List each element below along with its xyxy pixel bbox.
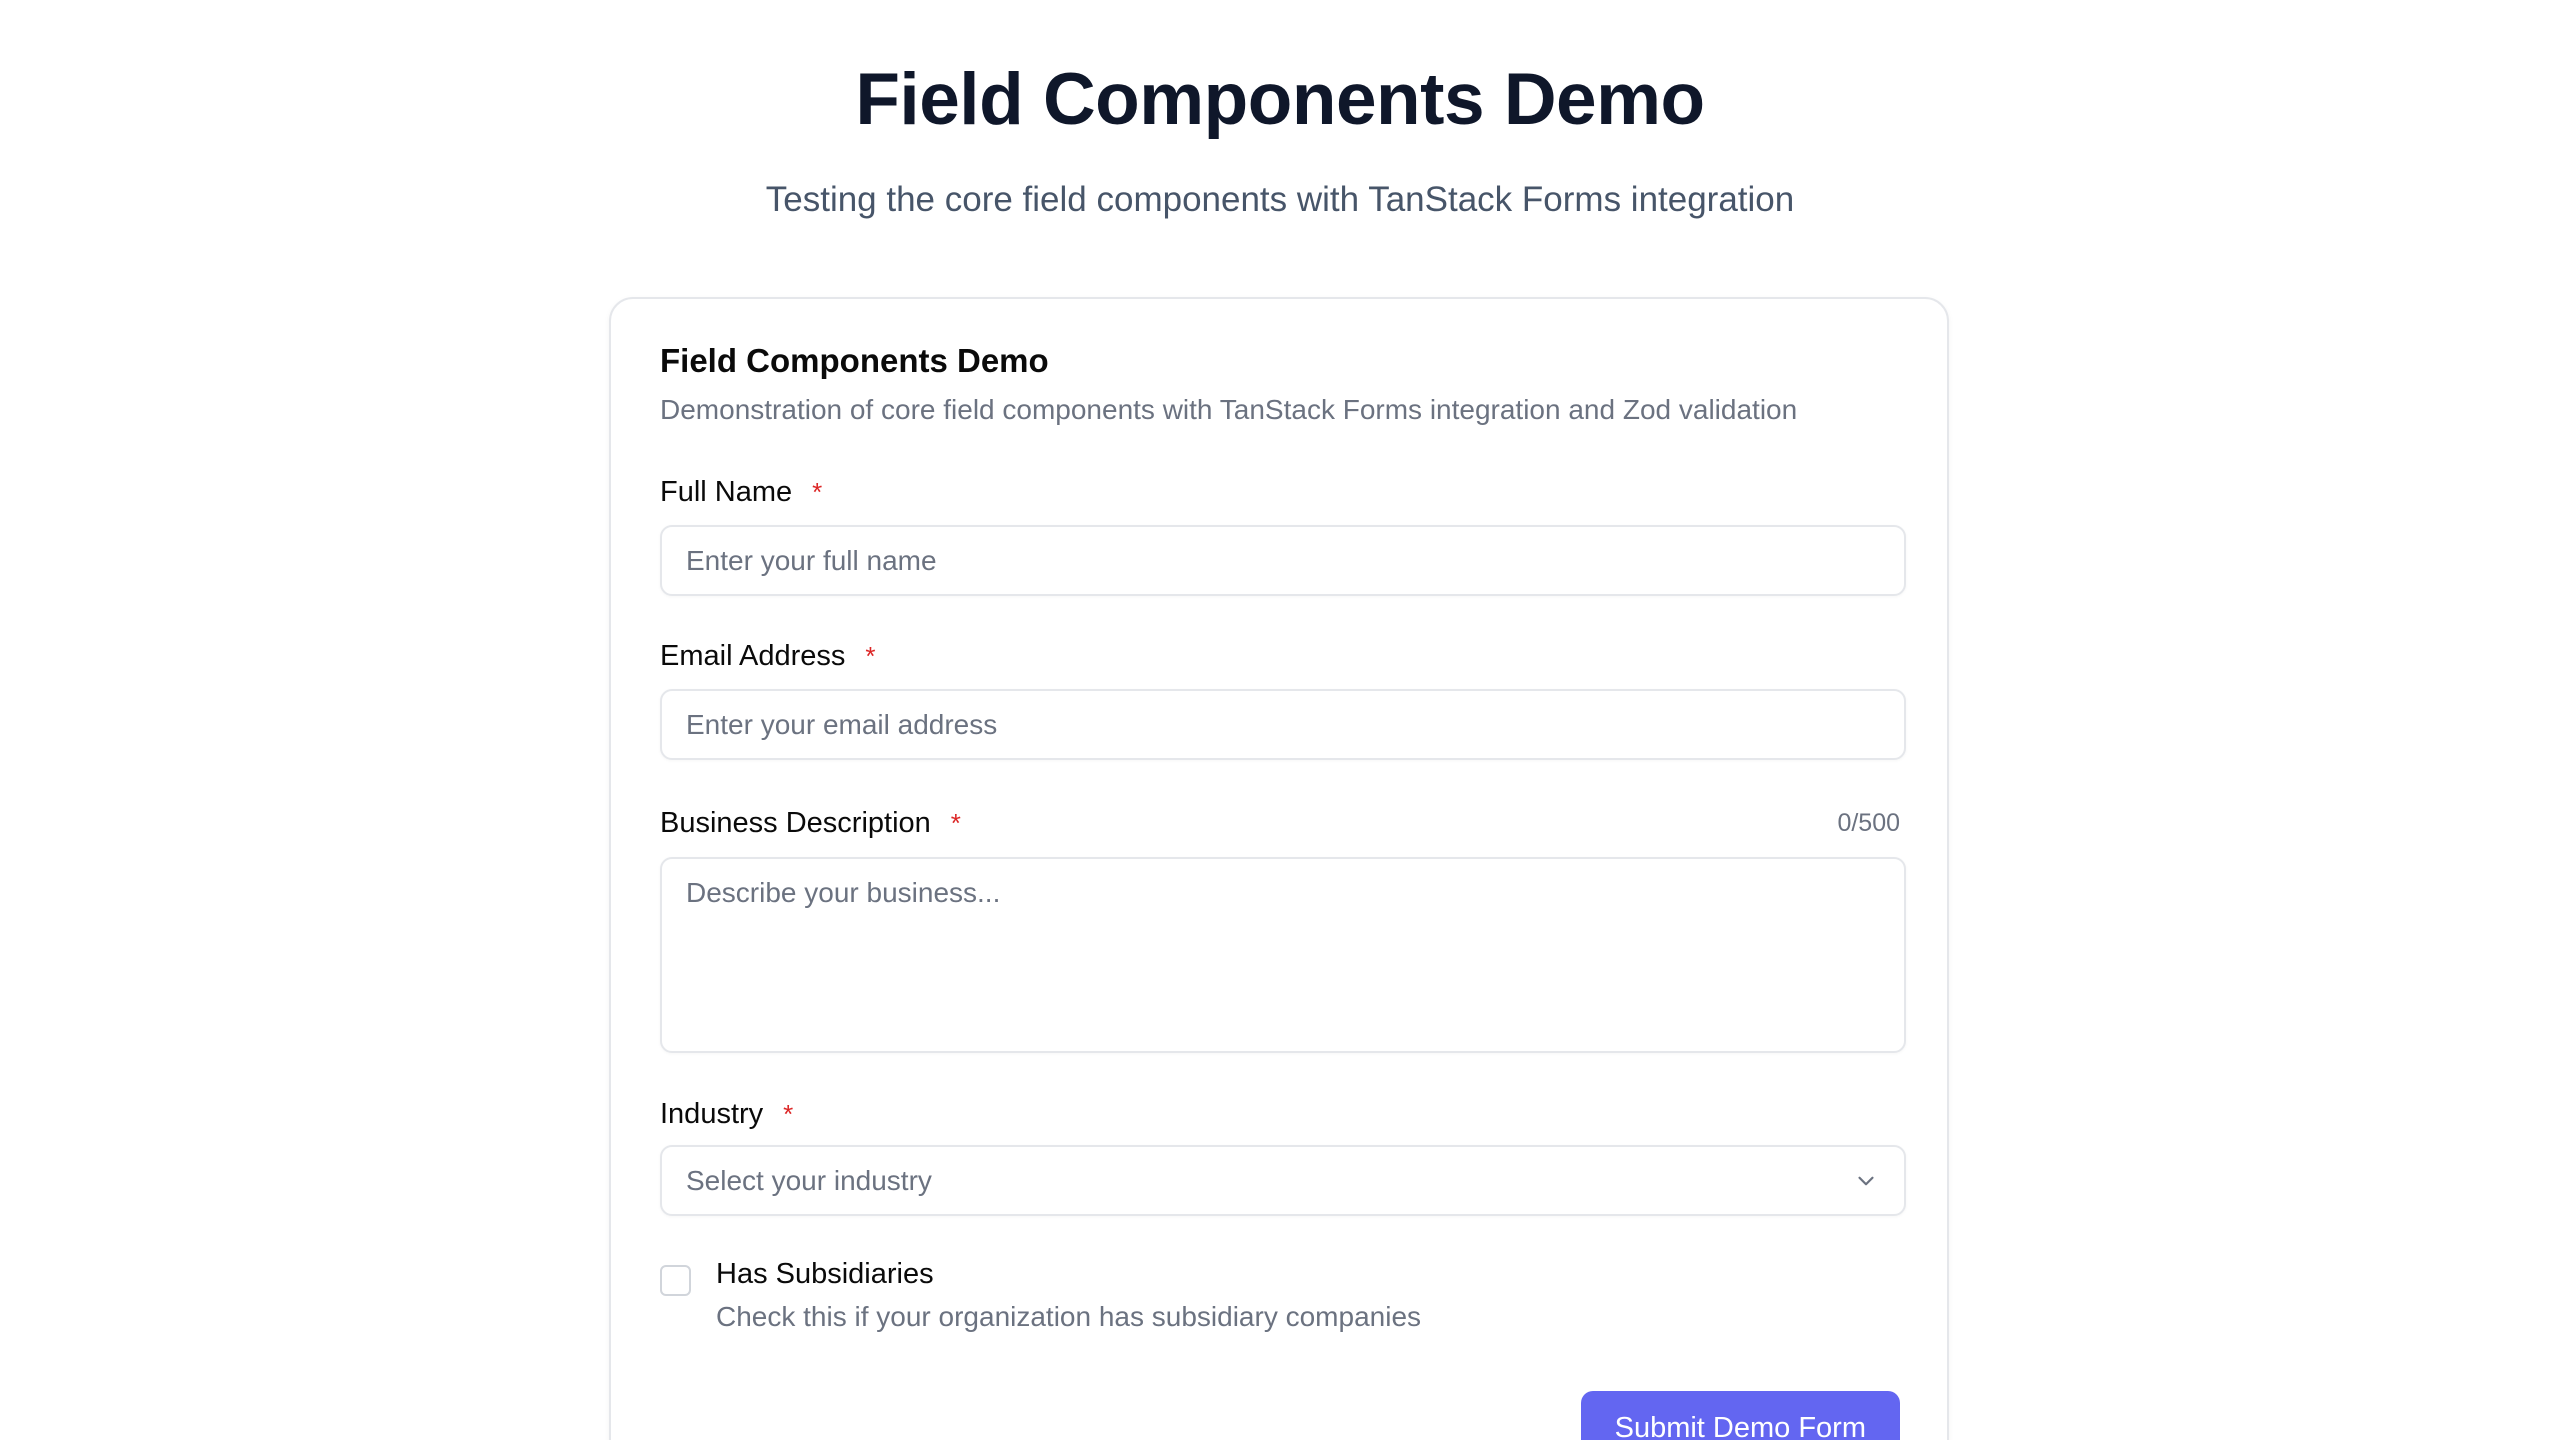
page-subtitle: Testing the core field components with T… (765, 180, 1795, 219)
submit-button[interactable]: Submit Demo Form (1580, 1391, 1900, 1440)
page-title: Field Components Demo (855, 59, 1705, 140)
business-description-textarea[interactable] (660, 857, 1906, 1053)
required-mark: * (865, 641, 876, 671)
industry-label: Industry * (660, 1098, 793, 1131)
chevron-down-icon (1852, 1167, 1880, 1195)
has-subsidiaries-label[interactable]: Has Subsidiaries (716, 1258, 934, 1291)
required-mark: * (950, 808, 961, 838)
form-card: Field Components Demo Demonstration of c… (609, 297, 1949, 1440)
card-title: Field Components Demo (660, 342, 1049, 379)
industry-label-text: Industry (660, 1098, 764, 1130)
email-label-text: Email Address (660, 640, 846, 672)
card-description: Demonstration of core field components w… (660, 394, 1798, 425)
full-name-label: Full Name * (660, 476, 822, 509)
has-subsidiaries-checkbox[interactable] (660, 1265, 691, 1296)
full-name-label-text: Full Name (660, 476, 793, 508)
page: Field Components Demo Testing the core f… (0, 0, 2560, 1440)
required-mark: * (812, 477, 823, 507)
required-mark: * (783, 1099, 794, 1129)
has-subsidiaries-help: Check this if your organization has subs… (716, 1301, 1422, 1332)
full-name-input[interactable] (660, 525, 1906, 596)
character-counter: 0/500 (1837, 809, 1900, 837)
email-label: Email Address * (660, 640, 875, 673)
business-description-label: Business Description * (660, 807, 961, 840)
industry-select-value: Select your industry (686, 1164, 932, 1196)
industry-select[interactable]: Select your industry (660, 1145, 1906, 1216)
business-description-label-text: Business Description (660, 807, 931, 839)
email-input[interactable] (660, 689, 1906, 760)
